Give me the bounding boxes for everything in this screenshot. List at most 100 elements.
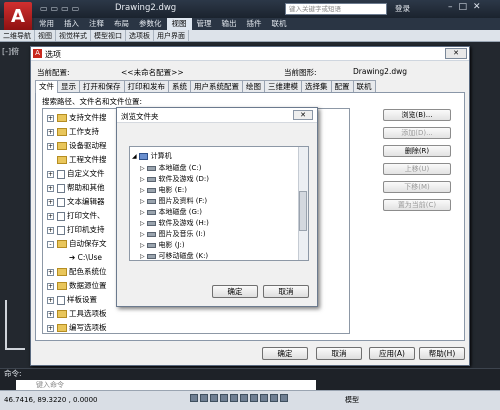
drive-item[interactable]: ▷ 软件及游戏 (D:) (140, 174, 209, 184)
expand-icon[interactable]: + (47, 184, 54, 192)
close-icon[interactable]: ✕ (293, 110, 313, 120)
tree-item[interactable]: 工程文件搜 (47, 154, 107, 165)
drive-item[interactable]: ▷ 本地磁盘 (C:) (140, 163, 201, 173)
tree-item[interactable]: + 工作支持 (47, 126, 99, 137)
polar-icon[interactable] (220, 394, 228, 402)
expand-icon[interactable]: - (47, 240, 54, 248)
tree-item[interactable]: + 数据源位置 (47, 280, 107, 291)
autocad-logo[interactable]: A (4, 2, 32, 32)
lwt-icon[interactable] (270, 394, 278, 402)
dyn-icon[interactable] (260, 394, 268, 402)
tree-item[interactable]: + 打印机支持 (47, 224, 105, 235)
tab-5[interactable]: 用户系统配置 (190, 80, 243, 92)
menu-item[interactable]: 输出 (217, 18, 242, 30)
snap-icon[interactable] (190, 394, 198, 402)
expand-icon[interactable]: + (47, 296, 54, 304)
expand-icon[interactable]: + (47, 324, 54, 332)
expand-icon[interactable]: + (47, 212, 54, 220)
ducs-icon[interactable] (250, 394, 258, 402)
scrollbar[interactable] (298, 147, 308, 260)
side-button-2[interactable]: 删除(R) (383, 145, 451, 157)
strip-tab[interactable]: 二维导航 (0, 30, 35, 41)
tab-2[interactable]: 打开和保存 (79, 80, 125, 92)
expand-icon[interactable]: + (47, 226, 54, 234)
model-button[interactable]: 模型 (345, 395, 359, 405)
strip-tab[interactable]: 视图 (35, 30, 56, 41)
tab-6[interactable]: 绘图 (242, 80, 265, 92)
browse-cancel-button[interactable]: 取消 (263, 285, 309, 298)
tree-item[interactable]: + 帮助和其他 (47, 182, 105, 193)
side-button-3[interactable]: 上移(U) (383, 163, 451, 175)
tab-8[interactable]: 选择集 (301, 80, 332, 92)
tab-4[interactable]: 系统 (168, 80, 191, 92)
ortho-icon[interactable] (210, 394, 218, 402)
login-link[interactable]: 登录 (395, 3, 410, 14)
tree-item[interactable]: + 工具选项板 (47, 308, 107, 319)
drive-item[interactable]: ▷ 本地磁盘 (G:) (140, 207, 202, 217)
apply-button[interactable]: 应用(A) (369, 347, 415, 360)
tree-item[interactable]: + 设备驱动程 (47, 140, 107, 151)
grid-icon[interactable] (200, 394, 208, 402)
osnap-icon[interactable] (230, 394, 238, 402)
strip-tab[interactable]: 选项板 (126, 30, 154, 41)
drive-item[interactable]: ▷ 电影 (J:) (140, 240, 185, 250)
tree-item[interactable]: - 自动保存文 (47, 238, 107, 249)
expand-icon[interactable]: + (47, 310, 54, 318)
drive-item[interactable]: ▷ 电影 (E:) (140, 185, 187, 195)
menu-item[interactable]: 常用 (34, 18, 59, 30)
tab-7[interactable]: 三维建模 (264, 80, 302, 92)
strip-tab[interactable]: 用户界面 (154, 30, 189, 41)
menu-item[interactable]: 联机 (267, 18, 292, 30)
side-button-5[interactable]: 置为当前(C) (383, 199, 451, 211)
menu-item[interactable]: 注释 (84, 18, 109, 30)
cancel-button[interactable]: 取消 (316, 347, 362, 360)
tree-item[interactable]: + 文本编辑器 (47, 196, 105, 207)
command-input[interactable]: 键入命令 (16, 380, 316, 390)
menu-item[interactable]: 插件 (242, 18, 267, 30)
help-button[interactable]: 帮助(H) (419, 347, 465, 360)
drive-item[interactable]: ▷ 软件及游戏 (H:) (140, 218, 209, 228)
tab-10[interactable]: 联机 (352, 80, 376, 92)
menu-item[interactable]: 插入 (59, 18, 84, 30)
menu-item[interactable]: 布局 (109, 18, 134, 30)
tree-item[interactable]: + 样板设置 (47, 294, 97, 305)
menu-item[interactable]: 视图 (166, 18, 192, 30)
tree-item[interactable]: + 编写选项板 (47, 322, 107, 333)
expand-icon[interactable]: + (47, 198, 54, 206)
drive-item[interactable]: ▷ 图片及音乐 (I:) (140, 229, 206, 239)
otrack-icon[interactable] (240, 394, 248, 402)
scrollbar-thumb[interactable] (299, 191, 307, 231)
search-input[interactable]: 键入关键字或短语 (285, 3, 387, 15)
tree-item[interactable]: ➔ C:\Use (69, 252, 102, 263)
side-button-1[interactable]: 添加(D)... (383, 127, 451, 139)
side-button-4[interactable]: 下移(M) (383, 181, 451, 193)
tree-item[interactable]: + 打印文件、 (47, 210, 105, 221)
status-toggles[interactable] (190, 394, 340, 404)
browse-ok-button[interactable]: 确定 (212, 285, 258, 298)
viewport-label[interactable]: [-]俯 (2, 46, 19, 57)
expand-icon[interactable]: + (47, 114, 54, 122)
expand-icon[interactable]: + (47, 170, 54, 178)
side-button-0[interactable]: 浏览(B)... (383, 109, 451, 121)
strip-tab[interactable]: 视觉样式 (56, 30, 91, 41)
tree-item[interactable]: + 支持文件搜 (47, 112, 107, 123)
folder-tree[interactable]: ◢ 计算机 ▷ 本地磁盘 (C:) ▷ 软件及游戏 (D:) ▷ 电影 (E:) ▷ 图… (129, 146, 309, 261)
tree-root[interactable]: ◢ 计算机 (132, 151, 172, 161)
tab-1[interactable]: 显示 (57, 80, 80, 92)
expand-icon[interactable]: + (47, 282, 54, 290)
window-controls[interactable]: –□✕ (448, 2, 487, 12)
tab-9[interactable]: 配置 (330, 80, 354, 92)
tab-3[interactable]: 打印和发布 (123, 80, 169, 92)
expand-icon[interactable]: + (47, 268, 54, 276)
tab-0[interactable]: 文件 (35, 80, 58, 94)
drive-item[interactable]: ▷ 可移动磁盘 (K:) (140, 251, 208, 260)
menu-item[interactable]: 管理 (192, 18, 217, 30)
tree-item[interactable]: + 配色系统位 (47, 266, 107, 277)
menu-item[interactable]: 参数化 (134, 18, 167, 30)
ok-button[interactable]: 确定 (262, 347, 308, 360)
tree-item[interactable]: + 自定义文件 (47, 168, 105, 179)
expand-icon[interactable]: + (47, 142, 54, 150)
expand-icon[interactable]: + (47, 128, 54, 136)
close-icon[interactable]: ✕ (445, 48, 467, 59)
strip-tab[interactable]: 模型视口 (91, 30, 126, 41)
